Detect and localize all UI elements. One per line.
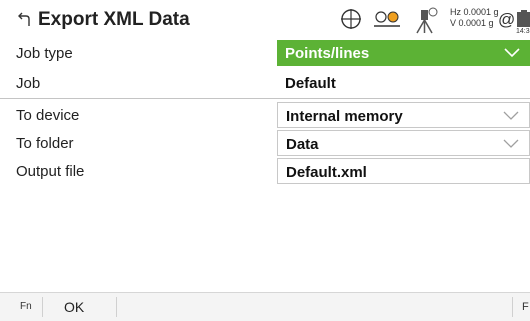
chevron-down-icon <box>504 48 520 58</box>
to-device-dropdown[interactable]: Internal memory <box>277 102 530 128</box>
title-bar: Export XML Data Hz 0.0001 g V 0.0001 g @… <box>0 0 530 40</box>
job-label: Job <box>16 75 41 92</box>
to-device-value: Internal memory <box>286 108 403 125</box>
at-icon: @ <box>498 10 516 29</box>
to-folder-dropdown[interactable]: Data <box>277 130 530 156</box>
target-icon <box>341 9 361 29</box>
job-type-dropdown[interactable]: Points/lines <box>277 40 530 66</box>
page-title: Export XML Data <box>38 9 190 30</box>
v-value: V 0.0001 g <box>450 18 494 28</box>
fn-key[interactable]: Fn <box>20 301 32 312</box>
row-job-type: Job type Points/lines <box>0 40 530 67</box>
chevron-down-icon <box>503 139 519 148</box>
job-type-label: Job type <box>16 45 73 62</box>
divider <box>42 297 43 317</box>
row-output-file: Output file Default.xml <box>0 158 530 185</box>
f-key[interactable]: F <box>522 301 529 313</box>
ok-button[interactable]: OK <box>64 299 84 315</box>
job-type-value: Points/lines <box>285 45 370 62</box>
job-value-field: Default <box>277 70 530 96</box>
divider <box>512 297 513 317</box>
to-folder-value: Data <box>286 136 319 153</box>
back-arrow-icon[interactable] <box>16 12 32 28</box>
hz-value: Hz 0.0001 g <box>450 7 499 17</box>
hz-v-readout: Hz 0.0001 g V 0.0001 g <box>450 7 499 29</box>
output-file-label: Output file <box>16 163 85 180</box>
battery-icon <box>517 10 530 27</box>
separator <box>0 98 530 99</box>
job-value: Default <box>285 75 336 92</box>
instrument-icon <box>416 7 438 34</box>
chevron-down-icon <box>503 111 519 120</box>
output-file-input[interactable]: Default.xml <box>277 158 530 184</box>
clock: 14:3 <box>516 28 530 35</box>
row-to-folder: To folder Data <box>0 130 530 157</box>
row-to-device: To device Internal memory <box>0 102 530 129</box>
row-job: Job Default <box>0 70 530 97</box>
softkey-bar: Fn OK F <box>0 292 530 321</box>
to-device-label: To device <box>16 107 80 124</box>
to-folder-label: To folder <box>16 135 74 152</box>
output-file-value: Default.xml <box>286 164 367 181</box>
prism-icon <box>374 11 400 27</box>
divider <box>116 297 117 317</box>
